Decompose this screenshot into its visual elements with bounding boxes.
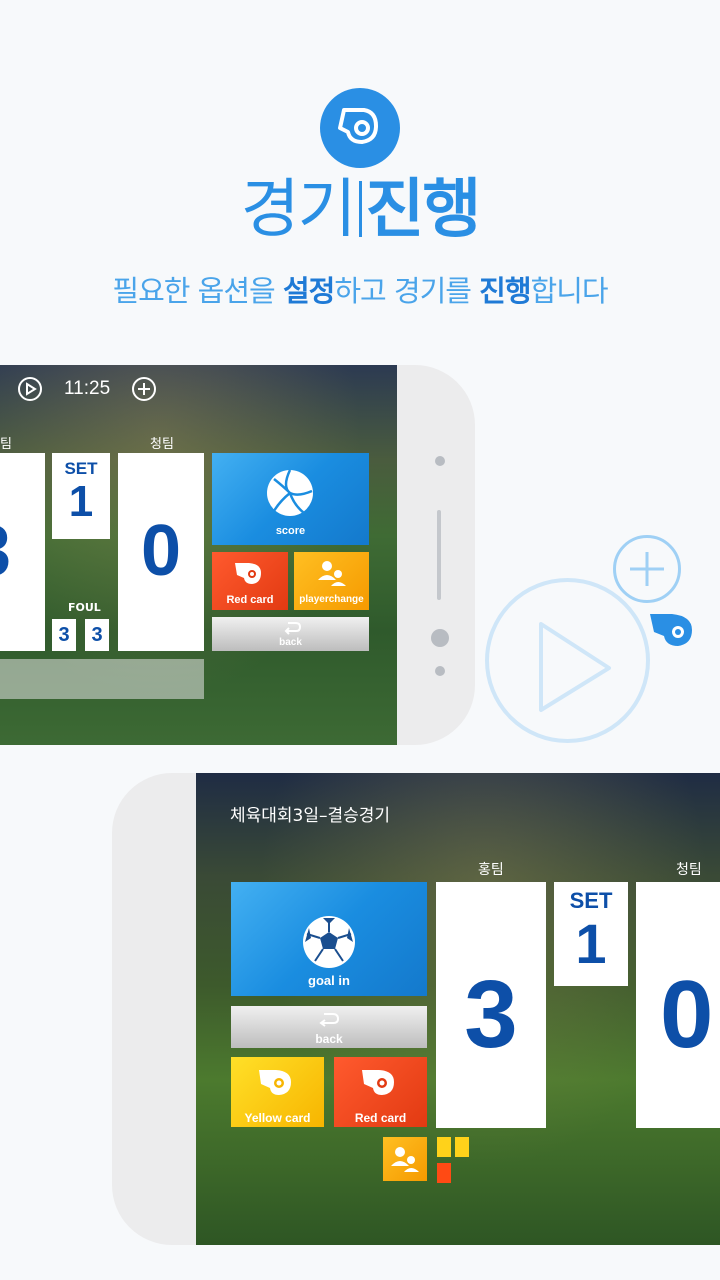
play-button[interactable] [18, 377, 42, 401]
back-icon [319, 1013, 340, 1027]
scoreboard-screen: 11:25 팀 청팀 3 SET 1 FOUL 3 3 0 score Red … [0, 365, 397, 745]
play-icon [485, 578, 650, 743]
scoreboard-screen: 체육대회3일–결승경기 홍팀 청팀 goal in back Yellow ca… [196, 773, 720, 1245]
score-left-value: 3 [0, 511, 11, 591]
set-card: SET 1 [52, 453, 110, 539]
whistle-icon [362, 1070, 394, 1095]
back-icon [284, 622, 302, 635]
goal-in-label: goal in [308, 973, 350, 988]
set-value: 1 [68, 477, 94, 526]
whistle-icon [320, 88, 400, 168]
set-value: 1 [575, 912, 607, 975]
red-card-label: Red card [226, 594, 274, 606]
soccer-ball-icon [303, 916, 355, 968]
whistle-icon [235, 563, 261, 584]
score-right-value: 0 [140, 511, 182, 591]
player-change-button[interactable] [383, 1137, 427, 1181]
whistle-icon [646, 608, 702, 654]
score-right-value: 0 [660, 961, 714, 1068]
yellow-card-indicator [455, 1137, 469, 1157]
red-card-label: Red card [354, 1111, 407, 1125]
back-button[interactable]: back [231, 1006, 427, 1048]
player-change-icon [318, 561, 346, 586]
team-left-label: 팀 [0, 437, 12, 452]
volleyball-icon [267, 469, 313, 516]
set-label: SET [569, 888, 613, 913]
phone-sensor [435, 456, 445, 466]
team-right-label: 청팀 [150, 437, 174, 452]
phone-speaker [437, 510, 441, 600]
score-card-right[interactable]: 0 [118, 453, 204, 651]
page-title: 경기 진행 [240, 173, 482, 247]
score-left-value: 3 [464, 961, 518, 1068]
score-card-right[interactable]: 0 [636, 882, 720, 1128]
whistle-icon [259, 1070, 291, 1095]
goal-in-button[interactable]: goal in [231, 882, 427, 996]
bottom-panel [0, 659, 204, 699]
phone-camera [431, 629, 449, 647]
add-time-button[interactable] [132, 377, 157, 401]
red-card-button[interactable]: Red card [212, 552, 288, 610]
yellow-card-indicator [437, 1137, 451, 1157]
back-button[interactable]: back [212, 617, 369, 651]
foul-right[interactable]: 3 [85, 619, 109, 651]
top-bar: 11:25 [18, 377, 157, 401]
score-card-left[interactable]: 3 [436, 882, 546, 1128]
set-label: SET [64, 459, 98, 478]
foul-left[interactable]: 3 [52, 619, 76, 651]
back-label: back [279, 637, 302, 648]
phone-sensor [435, 666, 445, 676]
foul-label: FOUL [68, 601, 101, 614]
yellow-card-button[interactable]: Yellow card [231, 1057, 324, 1127]
score-button[interactable]: score [212, 453, 369, 545]
page-subtitle: 필요한 옵션을 설정하고 경기를 진행합니다 [112, 274, 608, 308]
yellow-card-label: Yellow card [244, 1111, 311, 1125]
match-timer: 11:25 [64, 378, 111, 399]
score-label: score [275, 525, 306, 537]
red-card-indicator [437, 1163, 451, 1183]
player-change-button[interactable]: playerchange [294, 552, 369, 610]
plus-icon [613, 535, 681, 603]
team-right-label: 청팀 [676, 862, 702, 878]
red-card-button[interactable]: Red card [334, 1057, 427, 1127]
player-change-icon [391, 1147, 419, 1172]
score-card-left[interactable]: 3 [0, 453, 45, 651]
back-label: back [315, 1032, 343, 1046]
match-title: 체육대회3일–결승경기 [230, 806, 391, 826]
set-card: SET 1 [554, 882, 628, 986]
team-left-label: 홍팀 [478, 862, 504, 878]
player-change-label: playerchange [299, 594, 364, 605]
